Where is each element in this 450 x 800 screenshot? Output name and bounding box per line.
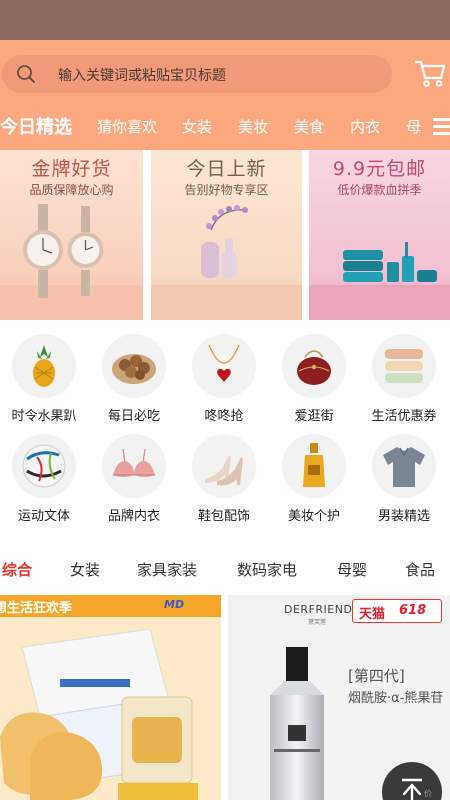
grid-icon-circle	[12, 334, 76, 398]
grid-item-shoes-bags[interactable]: 鞋包配饰	[180, 430, 270, 530]
tab-food[interactable]: 美食	[294, 116, 324, 137]
product-card[interactable]: 想生活狂欢季 MD	[0, 595, 221, 800]
grid-icon-circle	[282, 334, 346, 398]
tab-underwear[interactable]: 内衣	[350, 116, 380, 137]
grid-label: 品牌内衣	[107, 509, 160, 524]
handbag-icon	[297, 350, 331, 385]
soccer-ball-icon	[22, 444, 66, 488]
header: 输入关键词或粘贴宝贝标题 今日精选 猜你喜欢 女装 美妆 美食 内衣 母	[0, 40, 450, 150]
category-grid: 时令水果趴 每日必吃 咚咚抢 爱逛街 生活优惠券 运动文体 品牌内衣 鞋包配饰 …	[0, 330, 450, 530]
bath-set-image	[309, 242, 450, 320]
menu-icon[interactable]	[433, 118, 450, 136]
towels-icon	[385, 349, 423, 383]
grid-item-flash-deals[interactable]: 咚咚抢	[180, 330, 270, 430]
banner-subtitle: 品质保障放心购	[29, 183, 114, 197]
filter-tab-food[interactable]: 食品	[405, 559, 435, 580]
filter-tab-overall[interactable]: 综合	[2, 559, 32, 580]
product-generation: [第四代]	[348, 667, 405, 685]
grid-label: 运动文体	[17, 509, 70, 524]
cart-icon[interactable]	[414, 58, 446, 88]
grid-icon-circle	[372, 434, 436, 498]
tmall-text: 天猫	[359, 607, 386, 622]
filter-tab-womens-wear[interactable]: 女装	[70, 559, 100, 580]
tmall-event: 618	[399, 603, 427, 618]
product-description: 烟酰胺·α-熊果苷	[348, 691, 444, 706]
back-to-top-icon	[402, 778, 422, 800]
filter-tab-furniture[interactable]: 家具家装	[137, 559, 197, 580]
banner-title: 9.9元包邮	[332, 158, 427, 180]
bra-icon	[113, 448, 155, 477]
grid-label: 时令水果趴	[11, 409, 77, 424]
banner-9-9-free-shipping[interactable]: 9.9元包邮 低价爆款血拼季	[309, 150, 450, 320]
tab-mother-baby[interactable]: 母	[406, 116, 421, 137]
grid-label: 鞋包配饰	[197, 509, 250, 524]
grid-item-mens-wear[interactable]: 男装精选	[360, 430, 450, 530]
tab-guess-you-like[interactable]: 猜你喜欢	[97, 116, 157, 137]
grid-item-sports[interactable]: 运动文体	[0, 430, 90, 530]
banner-subtitle: 告别好物专享区	[184, 183, 269, 197]
grid-item-fruit[interactable]: 时令水果趴	[0, 330, 90, 430]
promo-text: 想生活狂欢季	[0, 601, 73, 616]
grid-item-lingerie[interactable]: 品牌内衣	[90, 430, 180, 530]
filter-tab-electronics[interactable]: 数码家电	[237, 559, 297, 580]
banner-title: 今日上新	[186, 158, 267, 180]
grid-label: 爱逛街	[294, 409, 334, 424]
banner-title: 金牌好货	[31, 158, 112, 180]
bread-product-image	[0, 628, 198, 800]
banner-gold-goods[interactable]: 金牌好货 品质保障放心购	[0, 150, 143, 320]
search-icon	[17, 65, 35, 83]
necklace-icon	[208, 344, 240, 382]
filter-tabs: 综合 女装 家具家装 数码家电 母婴 食品	[0, 553, 450, 587]
nuts-icon	[112, 354, 156, 384]
grid-icon-circle	[102, 434, 166, 498]
corner-text: 价	[424, 789, 432, 798]
grid-item-daily-snacks[interactable]: 每日必吃	[90, 330, 180, 430]
grid-item-shopping[interactable]: 爱逛街	[270, 330, 360, 430]
tab-womens-wear[interactable]: 女装	[182, 116, 212, 137]
grid-icon-circle	[372, 334, 436, 398]
grid-item-life-coupons[interactable]: 生活优惠券	[360, 330, 450, 430]
grid-label: 美妆个护	[287, 509, 340, 524]
perfume-icon	[303, 443, 325, 487]
promo-banner: 想生活狂欢季 MD	[0, 595, 221, 617]
grid-icon-circle	[192, 334, 256, 398]
grid-item-beauty-care[interactable]: 美妆个护	[270, 430, 360, 530]
grid-icon-circle	[12, 434, 76, 498]
brand-name: DERFRIEND	[284, 603, 353, 616]
high-heels-icon	[205, 455, 243, 486]
watches-image	[0, 204, 143, 320]
grid-icon-circle	[102, 334, 166, 398]
category-tabs: 今日精选 猜你喜欢 女装 美妆 美食 内衣 母	[0, 110, 450, 144]
grid-icon-circle	[192, 434, 256, 498]
grid-icon-circle	[282, 434, 346, 498]
promo-logo: MD	[164, 598, 185, 611]
shirt-icon	[383, 447, 425, 487]
search-input[interactable]: 输入关键词或粘贴宝贝标题	[58, 65, 226, 85]
tab-beauty[interactable]: 美妆	[238, 116, 268, 137]
filter-tab-mother-baby[interactable]: 母婴	[337, 559, 367, 580]
grid-label: 咚咚抢	[204, 409, 244, 424]
tab-today-picks[interactable]: 今日精选	[0, 113, 72, 139]
tmall-badge: 天猫 618	[352, 599, 442, 623]
status-bar	[0, 0, 450, 40]
banner-new-today[interactable]: 今日上新 告别好物专享区	[151, 150, 302, 320]
banner-subtitle: 低价爆款血拼季	[337, 183, 422, 197]
vases-image	[151, 205, 302, 320]
pineapple-icon	[33, 345, 55, 387]
grid-label: 生活优惠券	[371, 409, 437, 424]
grid-label: 每日必吃	[107, 409, 160, 424]
banner-row: 金牌好货 品质保障放心购 今日上新 告别好物专享区 9.9元包邮 低价爆款血拼季	[0, 150, 450, 320]
grid-label: 男装精选	[377, 509, 430, 524]
search-box[interactable]: 输入关键词或粘贴宝贝标题	[2, 55, 392, 93]
